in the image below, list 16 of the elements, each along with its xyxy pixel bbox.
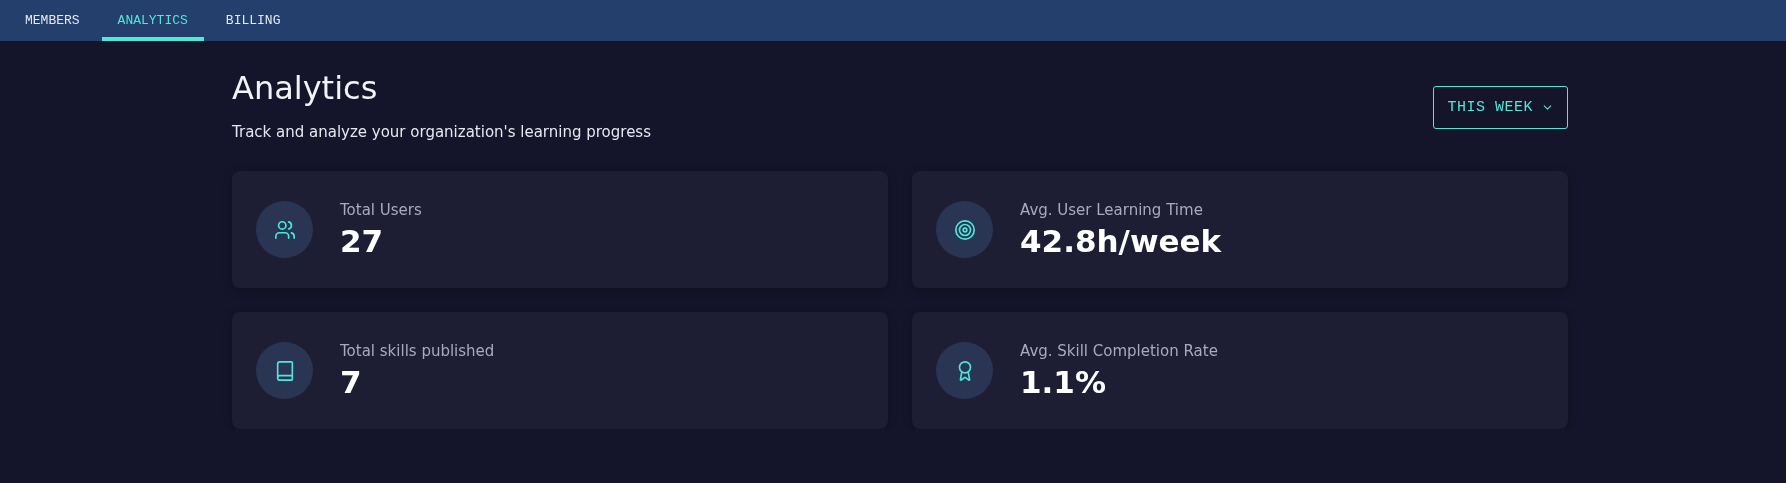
- page-subtitle: Track and analyze your organization's learning progress: [232, 123, 651, 142]
- stat-value: 7: [340, 363, 363, 400]
- stat-label: Avg. Skill Completion Rate: [1020, 341, 1218, 360]
- nav-tab[interactable]: MEMBERS: [9, 0, 96, 41]
- stat-value: 1.1%: [1020, 363, 1107, 400]
- nav-tab[interactable]: ANALYTICS: [101, 0, 204, 41]
- stat-label: Total skills published: [340, 341, 495, 360]
- stat-label: Avg. User Learning Time: [1020, 200, 1204, 219]
- target-icon: [953, 218, 976, 241]
- nav-tab[interactable]: BILLING: [209, 0, 297, 41]
- page-title: Analytics: [232, 69, 379, 108]
- stat-label: Total Users: [340, 200, 422, 219]
- period-dropdown[interactable]: THIS WEEK: [1433, 86, 1568, 129]
- stat-value: 27: [340, 222, 385, 259]
- stat-value: 42.8h/week: [1020, 222, 1222, 259]
- users-icon: [273, 218, 296, 241]
